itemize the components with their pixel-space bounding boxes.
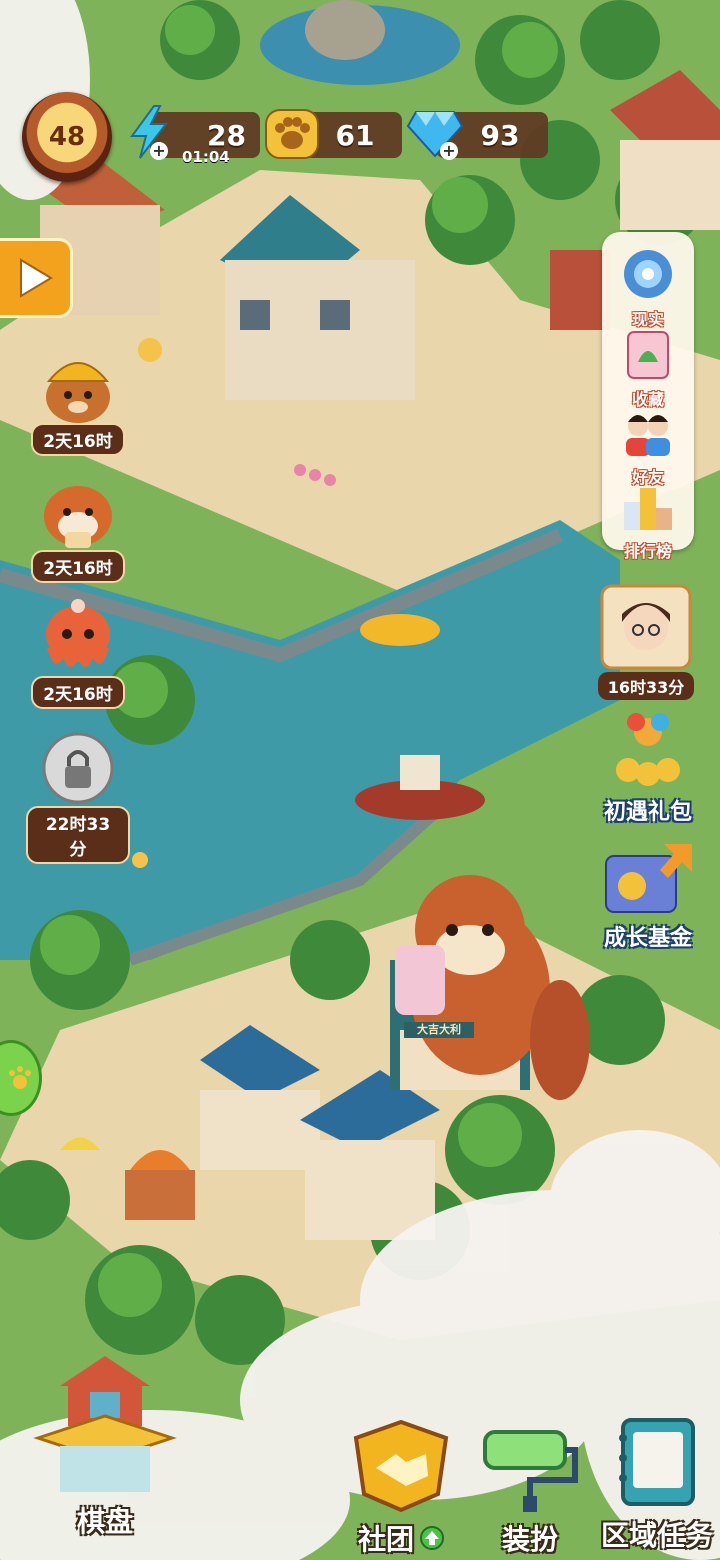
notebook-icon: [619, 1418, 695, 1506]
event-builder[interactable]: 2天16时: [30, 345, 126, 465]
energy-value: 28: [207, 118, 246, 152]
handshake-shield-icon: [353, 1419, 449, 1513]
event-builder-timer: 2天16时: [31, 423, 125, 456]
event-locked-timer: 22时33分: [26, 806, 130, 864]
player-level-badge[interactable]: 48: [22, 92, 112, 182]
gem-value: 93: [480, 118, 520, 152]
decorate-label: 装扮: [501, 1523, 558, 1556]
decorate-button[interactable]: 装扮: [470, 1418, 590, 1556]
portal-icon: [624, 250, 672, 298]
paw-value: 61: [335, 118, 375, 152]
area-tasks-button[interactable]: 区域任务: [594, 1414, 720, 1552]
event-locked[interactable]: 22时33分: [26, 728, 130, 864]
menu-leaderboard-label: 排行榜: [623, 542, 672, 561]
character-portrait-icon: [600, 584, 692, 670]
red-panda-icon: [44, 486, 112, 548]
flower-pack-icon: [616, 713, 680, 786]
menu-friends[interactable]: 好友: [602, 404, 694, 488]
add-energy-button[interactable]: +: [150, 142, 168, 160]
growth-fund-icon: [605, 844, 692, 913]
first-pack-label: 初遇礼包: [603, 800, 692, 825]
friends-icon: [626, 415, 670, 456]
area-tasks-label: 区域任务: [600, 1519, 713, 1552]
beaver-builder-icon: [46, 362, 110, 423]
board-house-icon: [33, 1356, 177, 1492]
paw-icon: [265, 109, 319, 159]
podium-icon: [624, 488, 672, 530]
growth-fund-button[interactable]: 成长基金: [592, 838, 704, 952]
club-button[interactable]: 社团: [336, 1418, 466, 1556]
menu-collection[interactable]: 收藏: [602, 326, 694, 410]
energy-timer: 01:04: [182, 148, 230, 166]
add-gems-button[interactable]: +: [440, 142, 458, 160]
character-event-timer: 16时33分: [598, 672, 694, 700]
club-label: 社团: [357, 1523, 414, 1556]
paw-icon: [9, 1066, 31, 1089]
menu-reality[interactable]: 现实: [602, 246, 694, 330]
menu-leaderboard[interactable]: 排行榜: [602, 478, 694, 562]
event-octopus[interactable]: 2天16时: [30, 598, 126, 718]
growth-fund-label: 成长基金: [603, 926, 692, 951]
event-red-panda[interactable]: 2天16时: [30, 472, 126, 592]
event-red-panda-timer: 2天16时: [31, 550, 125, 583]
board-label: 棋盘: [76, 1505, 133, 1538]
play-icon: [20, 258, 53, 298]
player-level: 48: [48, 122, 86, 152]
paint-roller-icon: [483, 1430, 578, 1512]
first-pack-button[interactable]: 初遇礼包: [592, 706, 704, 826]
shop-sign: 大吉大利: [404, 1022, 474, 1038]
character-event[interactable]: 16时33分: [598, 584, 694, 700]
board-button[interactable]: 棋盘: [30, 1346, 180, 1546]
locked-ball-icon: [42, 732, 114, 804]
play-button[interactable]: [0, 238, 73, 318]
collection-icon: [627, 331, 669, 379]
event-octopus-timer: 2天16时: [31, 676, 125, 709]
octopus-icon: [46, 599, 110, 667]
arrow-up-icon: [420, 1526, 444, 1550]
side-menu: 现实 收藏 好友 排行榜: [602, 232, 694, 561]
